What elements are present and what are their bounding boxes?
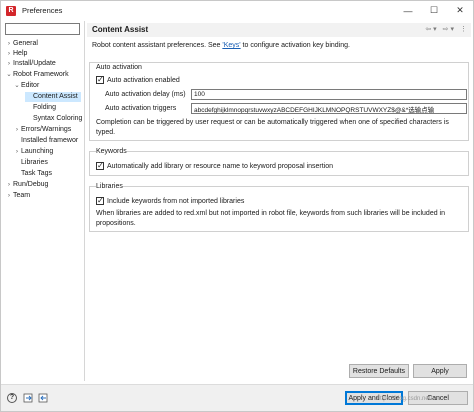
checkbox-auto-activation[interactable] <box>96 75 104 85</box>
tree-item-label: Run/Debug <box>13 181 49 188</box>
filter-input[interactable] <box>5 23 80 35</box>
page-header: Content Assist ⇦ ▾ ⇨ ▾ ⋮ <box>87 23 471 37</box>
auto-activation-group-label: Auto activation <box>96 64 142 71</box>
tree-item-label: Install/Update <box>13 60 56 67</box>
checkbox-label: Include keywords from not imported libra… <box>107 197 245 205</box>
tree-item-label: Syntax Coloring <box>33 115 83 122</box>
apply-button[interactable]: Apply <box>413 364 467 378</box>
tree-item-editor[interactable]: ⌄Editor <box>13 81 39 91</box>
tree-item-label: General <box>13 40 38 47</box>
tree-item-label: Launching <box>21 148 54 155</box>
import-icon[interactable] <box>23 393 34 403</box>
tree-item-installed-frameworks[interactable]: Installed framewor <box>13 136 78 146</box>
tree-item-label: Folding <box>33 104 56 111</box>
tree-item-label: Robot Framework <box>13 71 69 78</box>
splitter-sash[interactable] <box>84 21 85 381</box>
include-not-imported-option[interactable]: Include keywords from not imported libra… <box>96 196 245 206</box>
tree-item-label: Editor <box>21 82 40 89</box>
preferences-tree: › General › Help › Install/Update ⌄Robot Fr… <box>1 37 83 377</box>
chevron-right-icon[interactable]: › <box>5 39 13 49</box>
back-arrow-icon[interactable]: ⇦ ▾ <box>425 25 436 33</box>
chevron-right-icon[interactable]: › <box>5 180 13 190</box>
checkbox-keyword-prefix[interactable] <box>96 161 104 171</box>
tree-item-help[interactable]: › Help <box>5 49 28 59</box>
keyword-prefix-option[interactable]: Automatically add library or resource na… <box>96 161 334 171</box>
delay-label: Auto activation delay (ms) <box>105 91 186 98</box>
tree-item-label: Help <box>13 50 28 57</box>
tree-item-label: Content Assist <box>33 93 78 100</box>
window-title: Preferences <box>22 6 63 15</box>
chevron-down-icon[interactable]: ⌄ <box>5 70 13 80</box>
checkbox-label: Auto activation enabled <box>107 76 180 84</box>
keys-link[interactable]: 'Keys' <box>222 42 240 49</box>
watermark: https://blog.csdn.net/... <box>376 396 437 402</box>
restore-defaults-button[interactable]: Restore Defaults <box>349 364 409 378</box>
triggers-label: Auto activation triggers <box>105 105 177 112</box>
tree-item-errors-warnings[interactable]: › Errors/Warnings <box>13 125 71 135</box>
help-icon[interactable]: ? <box>7 393 17 403</box>
title-bar: R Preferences — ☐ ✕ <box>1 1 473 20</box>
tree-item-label: Libraries <box>21 159 48 166</box>
libraries-note: When libraries are added to red.xml but … <box>96 210 445 227</box>
delay-input[interactable] <box>191 89 467 100</box>
tree-item-label: Errors/Warnings <box>21 126 72 133</box>
tree-item-run-debug[interactable]: › Run/Debug <box>5 180 49 190</box>
view-menu-icon[interactable]: ⋮ <box>460 25 467 33</box>
checkbox-label: Automatically add library or resource na… <box>107 162 334 170</box>
tree-item-robot-framework[interactable]: ⌄Robot Framework <box>5 70 69 80</box>
tree-item-task-tags[interactable]: Task Tags <box>13 169 52 179</box>
tree-item-team[interactable]: › Team <box>5 191 30 201</box>
preferences-window: R Preferences — ☐ ✕ › General › Help › Inst… <box>0 0 474 412</box>
minimize-button[interactable]: — <box>395 1 421 20</box>
tree-item-label: Task Tags <box>21 170 52 177</box>
export-icon[interactable] <box>38 393 49 403</box>
page-title: Content Assist <box>92 25 149 34</box>
tree-item-install-update[interactable]: › Install/Update <box>5 59 56 69</box>
tree-item-content-assist[interactable]: Content Assist <box>25 92 81 102</box>
page-nav: ⇦ ▾ ⇨ ▾ ⋮ <box>425 25 467 33</box>
tree-item-launching[interactable]: › Launching <box>13 147 53 157</box>
auto-activation-enabled-option[interactable]: Auto activation enabled <box>96 75 180 85</box>
tree-item-general[interactable]: › General <box>5 39 38 49</box>
keywords-group-label: Keywords <box>96 148 127 155</box>
auto-activation-note: Completion can be triggered by user requ… <box>96 119 449 136</box>
app-icon: R <box>6 5 16 16</box>
tree-item-syntax-coloring[interactable]: Syntax Coloring <box>25 114 82 124</box>
chevron-right-icon[interactable]: › <box>5 191 13 201</box>
tree-item-label: Installed framewor <box>21 137 79 144</box>
chevron-down-icon[interactable]: ⌄ <box>13 81 21 91</box>
page-description: Robot content assistant preferences. See… <box>92 42 350 49</box>
close-button[interactable]: ✕ <box>447 1 473 20</box>
window-controls: — ☐ ✕ <box>395 1 473 20</box>
forward-arrow-icon[interactable]: ⇨ ▾ <box>443 25 454 33</box>
tree-item-folding[interactable]: Folding <box>25 103 56 113</box>
checkbox-include-not-imported[interactable] <box>96 196 104 206</box>
libraries-group-label: Libraries <box>96 183 123 190</box>
chevron-right-icon[interactable]: › <box>13 125 21 135</box>
chevron-right-icon[interactable]: › <box>5 49 13 59</box>
triggers-input[interactable] <box>191 103 467 114</box>
chevron-right-icon[interactable]: › <box>5 59 13 69</box>
maximize-button[interactable]: ☐ <box>421 1 447 20</box>
chevron-right-icon[interactable]: › <box>13 147 21 157</box>
tree-item-libraries[interactable]: Libraries <box>13 158 48 168</box>
tree-item-label: Team <box>13 192 31 199</box>
